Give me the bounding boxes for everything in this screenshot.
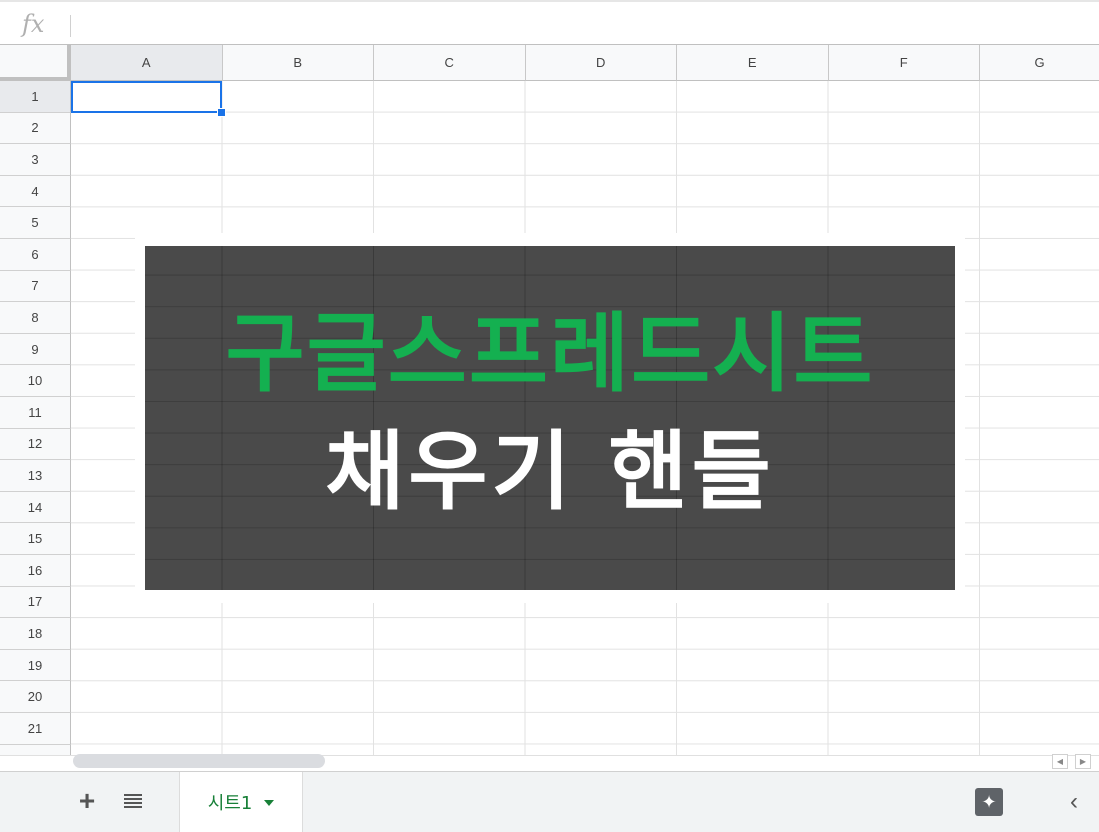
formula-divider: [70, 15, 71, 37]
row-header-16[interactable]: 16: [0, 555, 71, 587]
column-header-c[interactable]: C: [374, 45, 526, 81]
explore-icon: ✦: [981, 791, 997, 812]
formula-input[interactable]: [80, 10, 1080, 38]
sheet-tab-bar: + 시트1 ✦ ‹: [0, 771, 1099, 832]
column-header-d[interactable]: D: [525, 45, 677, 81]
column-header-g[interactable]: G: [980, 45, 1099, 81]
sheet-tab-label: 시트1: [207, 793, 253, 814]
title-banner: 구글스프레드시트 채우기 핸들: [145, 246, 955, 590]
fx-icon: fx: [22, 10, 45, 38]
row-header-1[interactable]: 1: [0, 81, 71, 113]
arrow-left-icon[interactable]: ◀: [1052, 754, 1068, 769]
row-header-12[interactable]: 12: [0, 428, 71, 461]
horizontal-scroll-thumb[interactable]: [73, 754, 325, 768]
column-header-b[interactable]: B: [222, 45, 374, 81]
row-header-18[interactable]: 18: [0, 618, 71, 650]
add-sheet-button[interactable]: +: [72, 785, 102, 816]
row-header-10[interactable]: 10: [0, 365, 71, 397]
explore-button[interactable]: ✦: [975, 788, 1003, 816]
row-header-8[interactable]: 8: [0, 302, 71, 334]
arrow-right-icon[interactable]: ▶: [1075, 754, 1091, 769]
row-header-14[interactable]: 14: [0, 491, 71, 524]
row-header-17[interactable]: 17: [0, 586, 71, 619]
row-header-15[interactable]: 15: [0, 523, 71, 555]
row-header-11[interactable]: 11: [0, 397, 71, 429]
active-cell-a1[interactable]: [71, 81, 222, 113]
sheet-tab-active[interactable]: 시트1: [179, 772, 303, 832]
banner-title: 구글스프레드시트: [225, 304, 875, 404]
row-header-19[interactable]: 19: [0, 649, 71, 682]
row-header-7[interactable]: 7: [0, 270, 71, 303]
chevron-left-icon: ‹: [1070, 788, 1078, 815]
row-header-13[interactable]: 13: [0, 460, 71, 492]
select-all-corner[interactable]: [0, 45, 71, 81]
row-header-5[interactable]: 5: [0, 207, 71, 239]
caret-down-icon[interactable]: [264, 800, 275, 806]
row-header-3[interactable]: 3: [0, 144, 71, 176]
column-header-e[interactable]: E: [677, 45, 829, 81]
banner-subtitle: 채우기 핸들: [325, 422, 775, 522]
row-header-9[interactable]: 9: [0, 333, 71, 366]
collapse-button[interactable]: ‹: [1060, 788, 1088, 816]
column-header-a[interactable]: A: [71, 45, 223, 81]
row-header-20[interactable]: 20: [0, 681, 71, 713]
menu-lines-icon: [124, 794, 142, 808]
plus-icon: +: [78, 785, 96, 816]
row-header-2[interactable]: 2: [0, 112, 71, 145]
fill-handle[interactable]: [217, 108, 226, 117]
formula-bar: fx: [0, 0, 1099, 45]
row-header-4[interactable]: 4: [0, 175, 71, 208]
all-sheets-button[interactable]: [118, 786, 148, 816]
row-header-6[interactable]: 6: [0, 239, 71, 271]
column-header-f[interactable]: F: [828, 45, 980, 81]
row-header-21[interactable]: 21: [0, 713, 71, 745]
row-header-22[interactable]: [0, 744, 71, 755]
